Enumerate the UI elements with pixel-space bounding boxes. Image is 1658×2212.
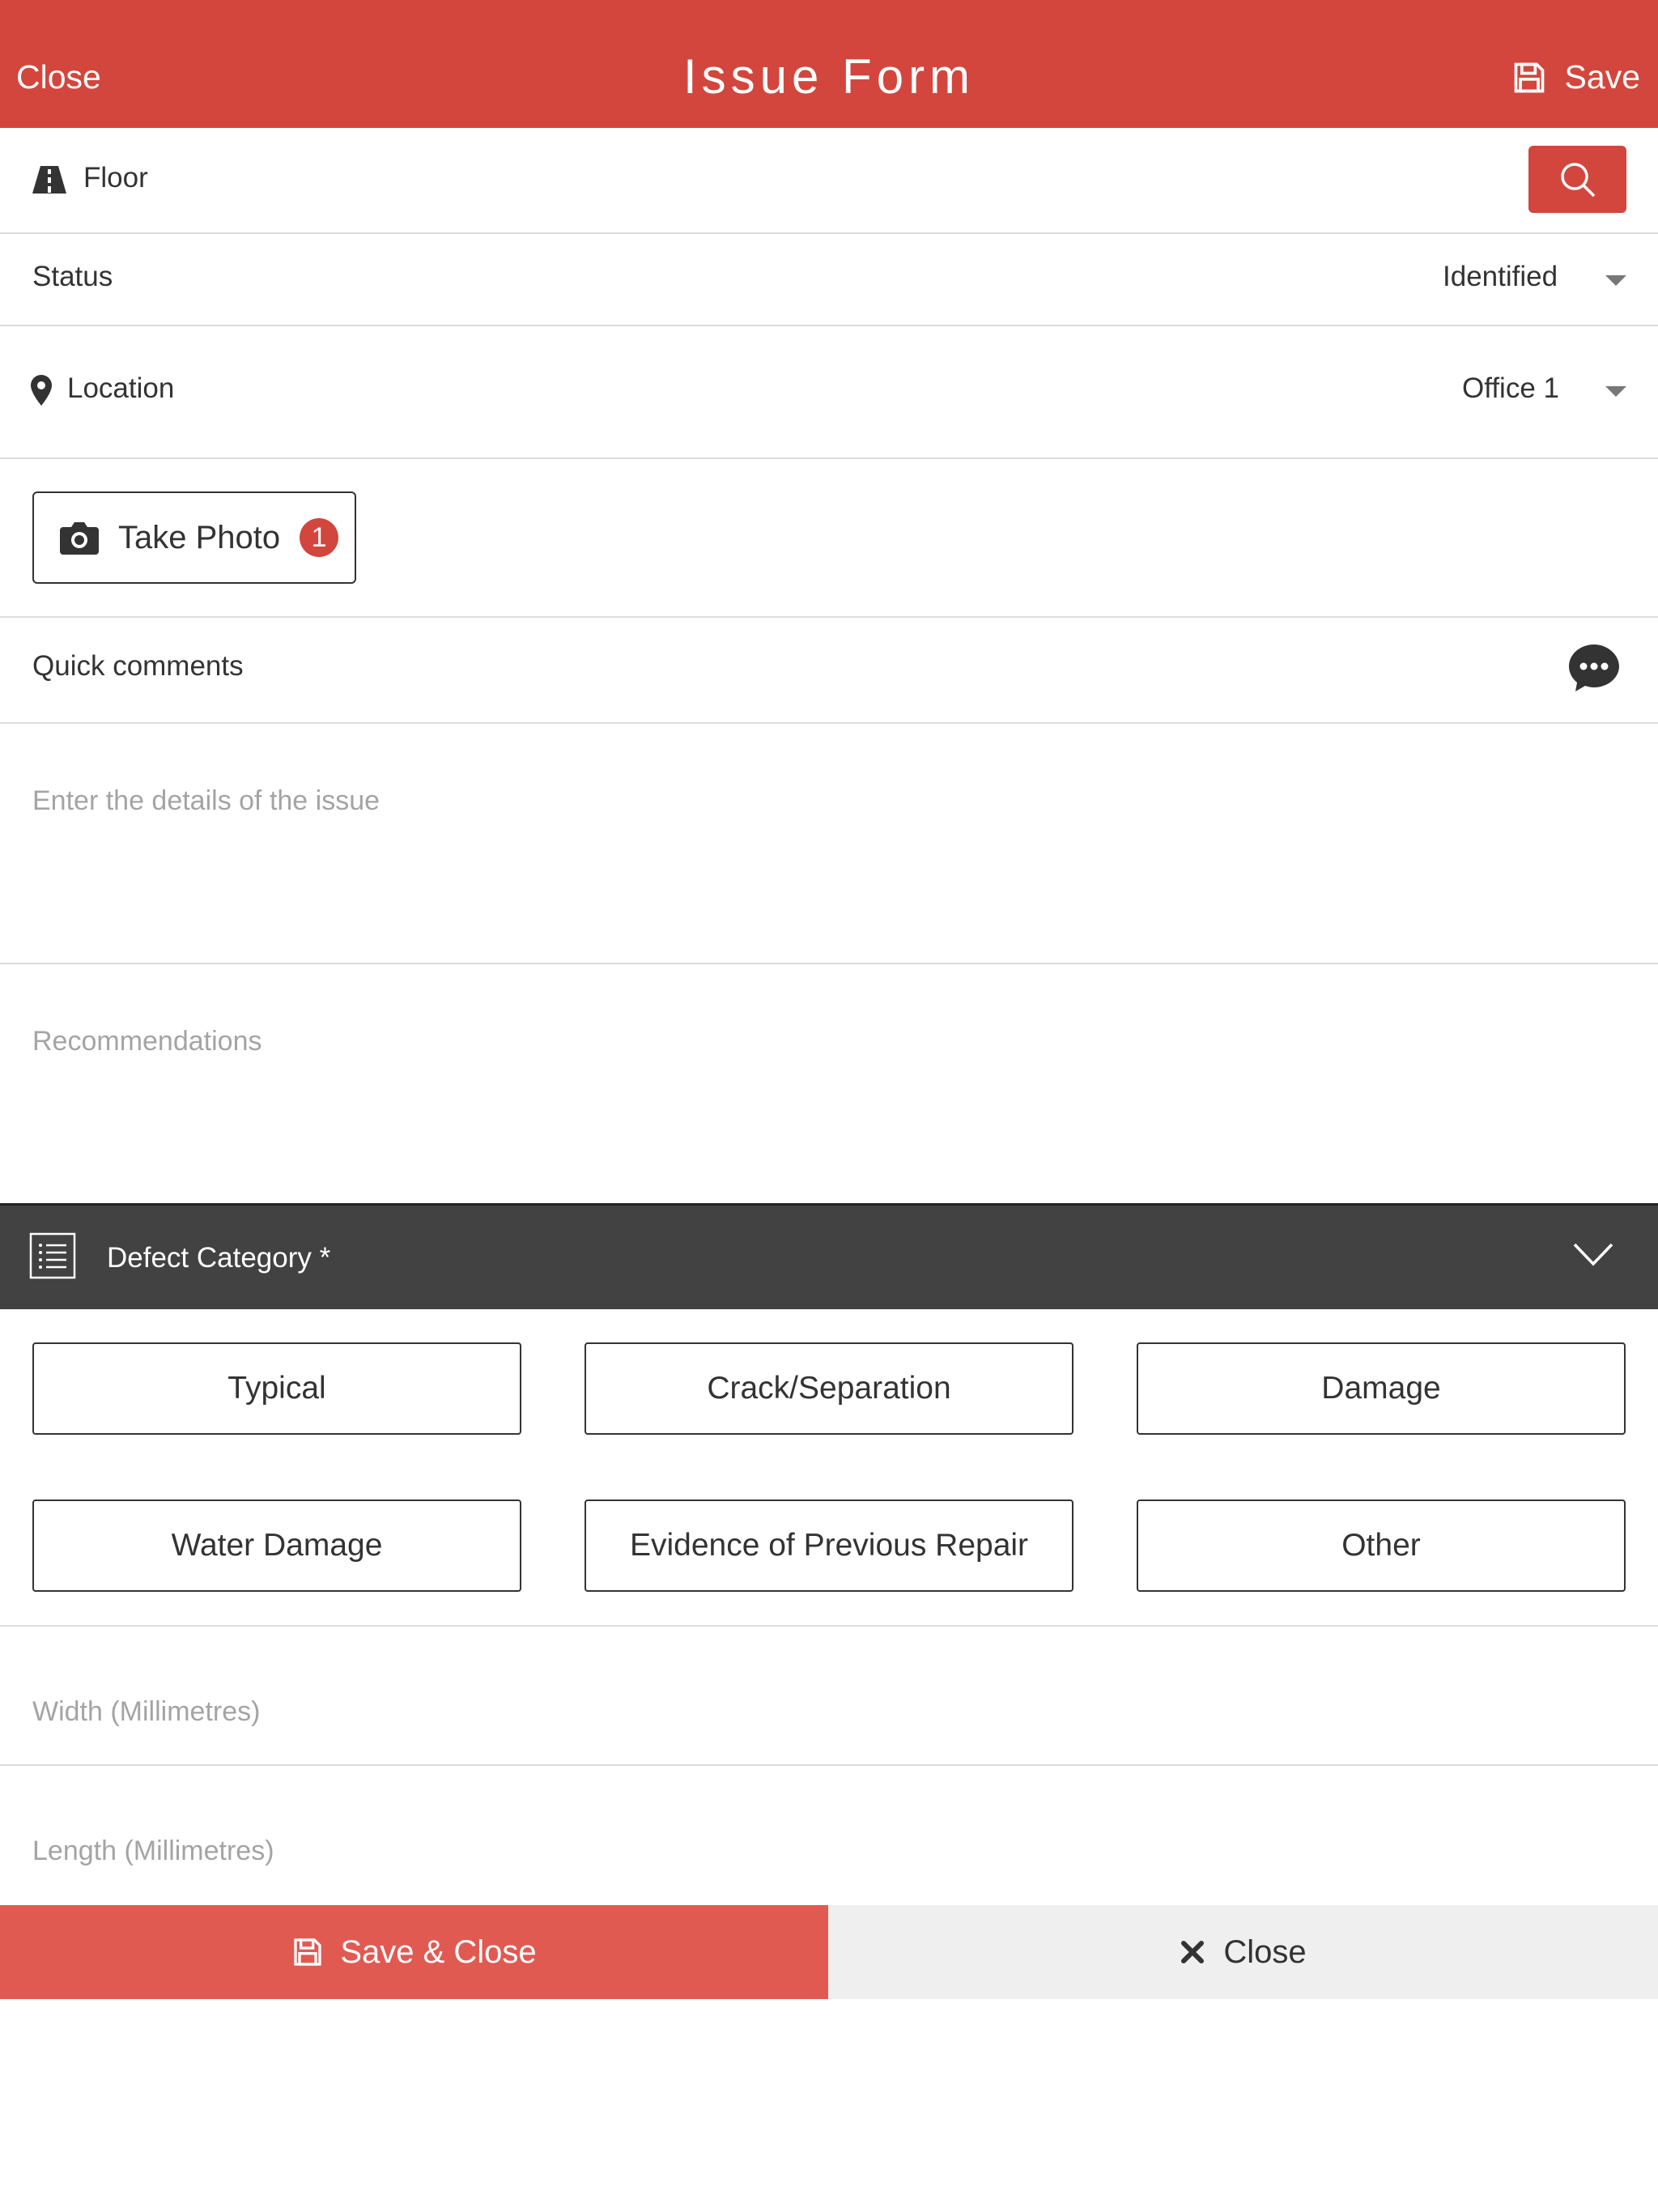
floor-search-button[interactable] <box>1528 146 1626 213</box>
location-value: Office 1 <box>1462 372 1559 404</box>
issue-details-textarea[interactable]: Enter the details of the issue <box>0 724 1658 964</box>
map-pin-icon <box>31 375 52 406</box>
road-icon <box>32 166 66 194</box>
header-save-button[interactable]: Save <box>1511 58 1640 96</box>
chevron-down-icon[interactable] <box>1572 1241 1614 1267</box>
recommendations-placeholder: Recommendations <box>32 1026 262 1057</box>
page-title: Issue Form <box>682 49 976 104</box>
header-bar: Close Issue Form Save <box>0 0 1658 128</box>
speech-bubble-icon[interactable] <box>1567 643 1621 693</box>
status-dropdown-caret <box>1605 275 1626 286</box>
search-icon <box>1560 162 1595 197</box>
length-placeholder: Length (Millimetres) <box>32 1836 274 1866</box>
recommendations-textarea[interactable]: Recommendations <box>0 964 1658 1203</box>
photo-count-badge: 1 <box>300 518 339 557</box>
status-row[interactable]: Status Identified <box>0 234 1658 326</box>
quick-comments-label: Quick comments <box>32 650 244 682</box>
floppy-disk-icon <box>1514 62 1544 92</box>
defect-category-header[interactable]: Defect Category * <box>0 1203 1658 1309</box>
take-photo-label: Take Photo <box>118 519 281 555</box>
issue-details-placeholder: Enter the details of the issue <box>32 785 380 816</box>
save-and-close-label: Save & Close <box>340 1933 537 1970</box>
status-label: Status <box>32 261 113 292</box>
footer-close-button[interactable]: Close <box>828 1905 1658 1999</box>
status-value: Identified <box>1443 261 1558 292</box>
width-placeholder: Width (Millimetres) <box>32 1696 261 1727</box>
save-and-close-button[interactable]: Save & Close <box>0 1905 828 1999</box>
category-options-divider <box>0 1309 1658 1627</box>
header-save-label: Save <box>1564 58 1640 96</box>
floor-label: Floor <box>83 162 148 194</box>
floppy-disk-icon <box>294 1938 321 1966</box>
location-row[interactable]: Location Office 1 <box>0 326 1658 459</box>
footer-close-label: Close <box>1223 1933 1307 1970</box>
location-dropdown-caret <box>1605 386 1626 397</box>
length-input[interactable]: Length (Millimetres) <box>0 1766 1658 1905</box>
quick-comments-row[interactable]: Quick comments <box>0 618 1658 724</box>
floor-row[interactable] <box>0 128 1658 234</box>
camera-icon <box>60 522 99 555</box>
close-icon <box>1181 1941 1205 1963</box>
list-icon <box>29 1232 76 1279</box>
defect-category-label: Defect Category * <box>107 1242 331 1274</box>
location-label: Location <box>67 372 175 404</box>
width-input[interactable]: Width (Millimetres) <box>0 1627 1658 1766</box>
take-photo-button[interactable]: Take Photo 1 <box>32 491 356 584</box>
